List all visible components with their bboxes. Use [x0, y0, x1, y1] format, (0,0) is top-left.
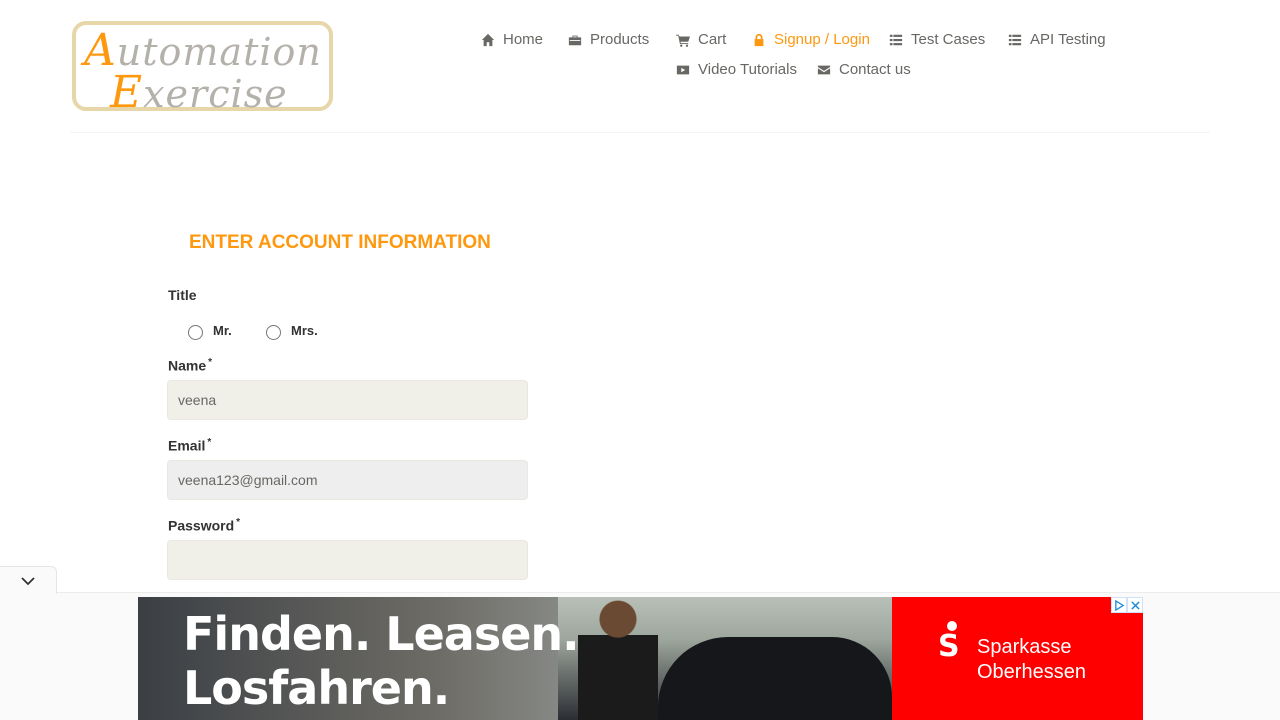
password-field[interactable]	[167, 540, 528, 580]
list-icon	[1008, 34, 1022, 45]
name-label: Name *	[168, 357, 213, 374]
nav-video-tutorials[interactable]: Video Tutorials	[676, 61, 797, 78]
password-label: Password *	[168, 517, 241, 534]
ad-brand-panel: S Sparkasse Oberhessen	[892, 597, 1143, 720]
ad-brand-name: Sparkasse Oberhessen	[977, 636, 1086, 683]
briefcase-icon	[568, 35, 582, 45]
youtube-icon	[676, 65, 690, 74]
name-field[interactable]: veena	[167, 380, 528, 420]
ad-person-image	[578, 597, 658, 720]
title-label: Title	[168, 287, 197, 303]
mr-radio[interactable]	[188, 325, 203, 340]
nav-signup-login[interactable]: Signup / Login	[752, 31, 870, 48]
site-logo[interactable]: Automation Exercise	[72, 21, 333, 118]
envelope-icon	[817, 65, 831, 74]
cart-icon	[676, 34, 690, 47]
header-divider	[70, 132, 1210, 133]
form-title: ENTER ACCOUNT INFORMATION	[189, 232, 491, 253]
title-option-mr[interactable]: Mr.	[188, 321, 232, 340]
ad-choices	[1111, 597, 1143, 613]
ad-headline: Finden. Leasen. Losfahren.	[183, 607, 580, 715]
nav-home[interactable]: Home	[481, 31, 543, 48]
adchoices-icon[interactable]	[1111, 597, 1127, 613]
ad-collapse-button[interactable]	[0, 566, 57, 594]
nav-cart[interactable]: Cart	[676, 31, 726, 48]
ad-close-icon[interactable]	[1127, 597, 1143, 613]
list-icon	[889, 34, 903, 45]
ad-car-image	[658, 637, 892, 720]
chevron-down-icon	[21, 576, 35, 585]
home-icon	[481, 33, 495, 46]
mr-label: Mr.	[213, 323, 232, 338]
email-field[interactable]: veena123@gmail.com	[167, 460, 528, 500]
nav-test-cases[interactable]: Test Cases	[889, 31, 985, 48]
nav-contact-us[interactable]: Contact us	[817, 61, 911, 78]
nav-products[interactable]: Products	[568, 31, 649, 48]
logo-line-2: Exercise	[110, 67, 288, 118]
ad-banner[interactable]: Finden. Leasen. Losfahren. S Sparkasse O…	[138, 597, 1143, 720]
title-option-mrs[interactable]: Mrs.	[266, 321, 318, 340]
mrs-label: Mrs.	[291, 323, 318, 338]
sparkasse-logo-icon: S	[938, 621, 966, 664]
email-label: Email *	[168, 437, 212, 454]
lock-icon	[754, 33, 764, 46]
mrs-radio[interactable]	[266, 325, 281, 340]
nav-api-testing[interactable]: API Testing	[1008, 31, 1106, 48]
